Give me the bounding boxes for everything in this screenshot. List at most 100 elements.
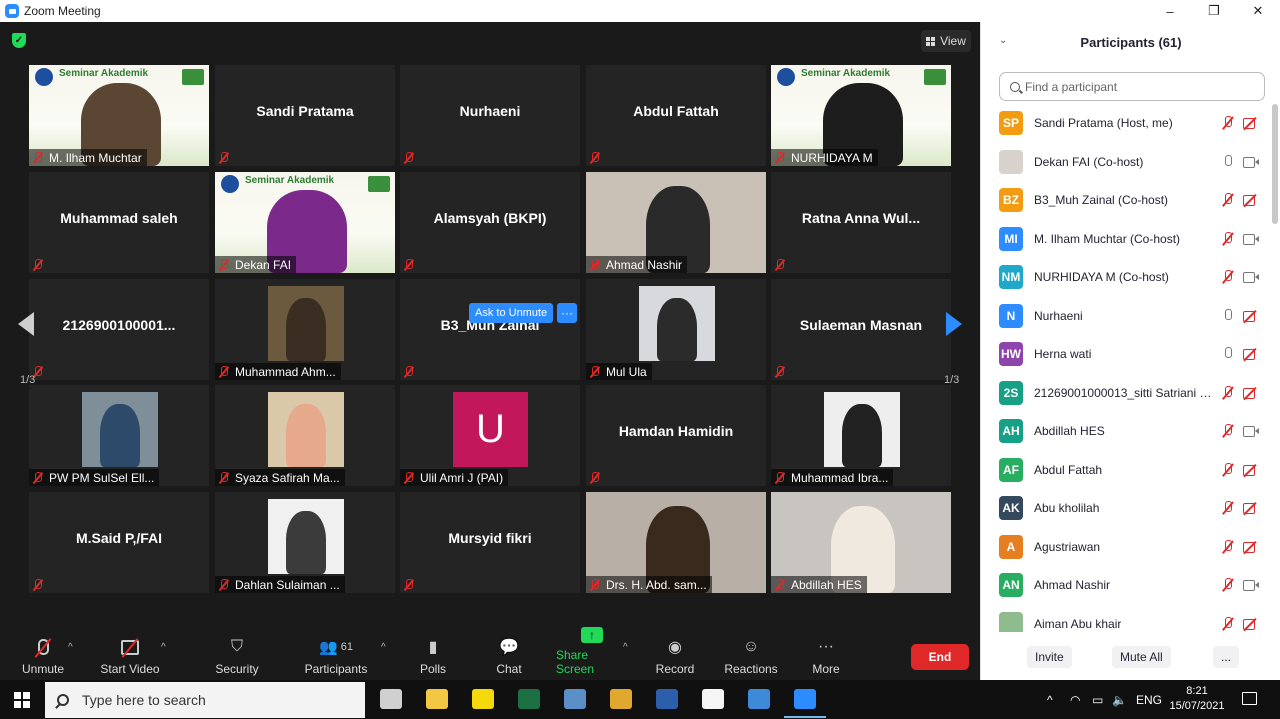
language-indicator[interactable]: ENG [1136, 693, 1162, 707]
windows-start-icon[interactable] [14, 692, 30, 708]
video-off-icon[interactable] [1243, 502, 1259, 514]
participant-row[interactable]: AH Abdillah HES [981, 412, 1271, 450]
video-tile[interactable]: Alamsyah (BKPI) [400, 172, 580, 273]
participant-row[interactable]: AN Ahmad Nashir [981, 566, 1271, 604]
video-tile[interactable]: Drs. H. Abd. sam... [586, 492, 766, 593]
participant-row[interactable]: 2S 21269001000013_sitti Satriani Is... [981, 374, 1271, 412]
participant-row[interactable]: NM NURHIDAYA M (Co-host) [981, 258, 1271, 296]
video-off-icon[interactable] [1243, 194, 1259, 206]
video-off-icon[interactable] [1243, 618, 1259, 630]
participant-row[interactable]: Aiman Abu khair [981, 605, 1271, 632]
video-tile[interactable]: 2126900100001... [29, 279, 209, 380]
battery-icon[interactable]: ▭ [1092, 693, 1103, 707]
network-app-app-icon[interactable] [564, 689, 586, 709]
volume-icon[interactable]: 🔈 [1112, 693, 1127, 707]
chat-button[interactable]: 💬 Chat [492, 630, 526, 680]
wifi-icon[interactable]: ◠ [1070, 693, 1080, 707]
participants-caret-icon[interactable]: ^ [381, 642, 386, 653]
show-hidden-icons-icon[interactable]: ^ [1047, 693, 1053, 707]
video-tile[interactable]: PW PM SulSel Ell... [29, 385, 209, 486]
participant-row[interactable]: HW Herna wati [981, 335, 1271, 373]
view-button[interactable]: View [921, 30, 971, 52]
muted-microphone-icon[interactable] [1222, 616, 1234, 631]
video-tile[interactable]: Muhammad saleh [29, 172, 209, 273]
video-camera-icon[interactable] [1243, 579, 1259, 591]
file-explorer-app-icon[interactable] [426, 689, 448, 709]
participant-row[interactable]: A Agustriawan [981, 528, 1271, 566]
audio-options-caret-icon[interactable]: ^ [68, 642, 73, 653]
participant-row[interactable]: BZ B3_Muh Zainal (Co-host) [981, 181, 1271, 219]
video-off-icon[interactable] [1243, 310, 1259, 322]
muted-microphone-icon[interactable] [1222, 231, 1234, 246]
muted-microphone-icon[interactable] [1222, 116, 1234, 130]
taskbar-clock[interactable]: 8:21 15/07/2021 [1168, 684, 1226, 714]
video-options-caret-icon[interactable]: ^ [161, 642, 166, 653]
video-tile[interactable]: B3_Muh Zainal [400, 279, 580, 380]
muted-microphone-icon[interactable] [1222, 501, 1234, 515]
taskbar-search-box[interactable]: Type here to search [45, 682, 365, 718]
video-tile[interactable]: Sulaeman Masnan [771, 279, 951, 380]
video-tile[interactable]: Hamdan Hamidin [586, 385, 766, 486]
muted-microphone-icon[interactable] [1222, 424, 1234, 438]
video-tile[interactable]: Seminar Akademik M. Ilham Muchtar [29, 65, 209, 166]
participant-search-input[interactable] [1025, 79, 1245, 94]
participant-row[interactable]: N Nurhaeni [981, 297, 1271, 335]
polls-button[interactable]: ▮ Polls [416, 630, 450, 680]
video-tile[interactable]: Syaza Safirah Ma... [215, 385, 395, 486]
zoom-app-icon[interactable] [784, 689, 826, 718]
record-button[interactable]: ◉ Record [654, 630, 696, 680]
video-off-icon[interactable] [1243, 117, 1259, 129]
photos-app-icon[interactable] [748, 689, 770, 709]
more-button[interactable]: ··· More [810, 630, 842, 680]
video-tile[interactable]: Seminar Akademik Dekan FAI [215, 172, 395, 273]
muted-microphone-icon[interactable] [1222, 539, 1234, 554]
word-app-icon[interactable] [656, 689, 678, 709]
participant-row[interactable]: SP Sandi Pratama (Host, me) [981, 104, 1271, 142]
microphone-icon[interactable] [1222, 308, 1234, 323]
panel-more-button[interactable]: ... [1213, 646, 1240, 668]
video-tile[interactable]: Seminar Akademik NURHIDAYA M [771, 65, 951, 166]
video-tile[interactable]: M.Said P,/FAI [29, 492, 209, 593]
video-off-icon[interactable] [1243, 464, 1259, 476]
video-off-icon[interactable] [1243, 348, 1259, 360]
close-button[interactable]: ✕ [1236, 0, 1280, 22]
collapse-chevron-icon[interactable]: ⌄ [999, 35, 1007, 46]
excel-app-icon[interactable] [518, 689, 540, 709]
notification-center-icon[interactable] [1242, 692, 1257, 705]
video-camera-icon[interactable] [1243, 233, 1259, 245]
muted-microphone-icon[interactable] [1222, 578, 1234, 592]
video-tile[interactable]: Mul Ula [586, 279, 766, 380]
encryption-shield-icon[interactable]: ✓ [12, 33, 26, 48]
video-off-icon[interactable] [1243, 541, 1259, 553]
task-view-app-icon[interactable] [380, 689, 402, 709]
reactions-button[interactable]: ☺ Reactions [724, 630, 778, 680]
invite-button[interactable]: Invite [1027, 646, 1072, 668]
minimize-button[interactable]: – [1148, 0, 1192, 22]
document-app-icon[interactable] [702, 689, 724, 709]
video-camera-icon[interactable] [1243, 271, 1259, 283]
video-camera-icon[interactable] [1243, 425, 1259, 437]
video-tile[interactable]: Ratna Anna Wul... [771, 172, 951, 273]
video-tile[interactable]: Nurhaeni [400, 65, 580, 166]
video-off-icon[interactable] [1243, 387, 1259, 399]
participant-row[interactable]: AK Abu kholilah [981, 489, 1271, 527]
end-meeting-button[interactable]: End [911, 644, 969, 670]
participants-button[interactable]: 👥 61 Participants [304, 630, 368, 680]
participant-row[interactable]: MI M. Ilham Muchtar (Co-host) [981, 220, 1271, 258]
video-camera-icon[interactable] [1243, 156, 1259, 168]
muted-microphone-icon[interactable] [1222, 193, 1234, 207]
mute-all-button[interactable]: Mute All [1112, 646, 1171, 668]
participant-search-box[interactable] [999, 72, 1265, 101]
video-tile[interactable]: Muhammad Ibra... [771, 385, 951, 486]
start-video-button[interactable]: Start Video [100, 630, 160, 680]
participant-row[interactable]: AF Abdul Fattah [981, 451, 1271, 489]
video-tile[interactable]: Ahmad Nashir [586, 172, 766, 273]
video-tile[interactable]: Sandi Pratama [215, 65, 395, 166]
previous-page-arrow-icon[interactable] [18, 312, 34, 336]
share-screen-button[interactable]: ↑ Share Screen [556, 627, 628, 680]
chrome-app-icon[interactable] [610, 689, 632, 709]
muted-microphone-icon[interactable] [1222, 462, 1234, 477]
microphone-icon[interactable] [1222, 154, 1234, 169]
ask-to-unmute-button[interactable]: Ask to Unmute [469, 303, 554, 323]
video-tile[interactable]: Dahlan Sulaiman ... [215, 492, 395, 593]
